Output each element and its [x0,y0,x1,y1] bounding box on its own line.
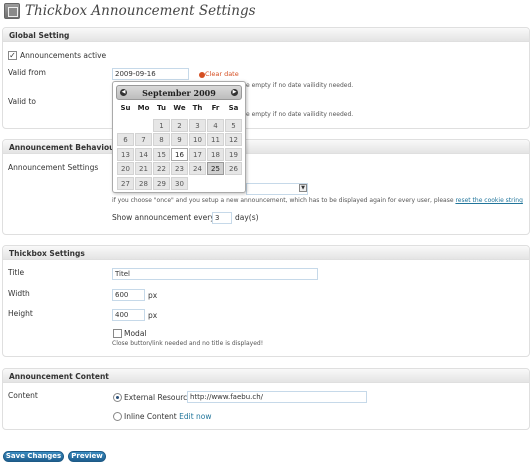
modal-label: Modal [124,329,147,338]
settings-page-icon [4,3,20,19]
valid-to-hint: e empty if no date vailidity needed. [246,111,354,118]
modal-hint: Close button/link needed and no title is… [112,340,264,347]
day-cell[interactable]: 6 [117,133,134,146]
show-every-unit: day(s) [235,213,259,222]
weekday-label: Tu [157,104,166,112]
external-resource-radio[interactable] [113,393,122,402]
day-cell[interactable]: 1 [153,118,170,132]
week-row: 12345 [117,118,243,134]
day-cell[interactable]: 20 [117,162,134,175]
day-cell[interactable]: 30 [171,176,188,190]
external-url-input[interactable]: http://www.faebu.ch/ [187,391,367,403]
chevron-down-icon[interactable]: ▼ [299,184,307,192]
modal-checkbox[interactable] [113,329,122,338]
announcement-settings-label: Announcement Settings [8,163,99,172]
day-cell[interactable]: 5 [225,118,242,132]
day-cell[interactable]: 18 [207,147,224,161]
weekday-label: Th [192,104,203,112]
day-cell[interactable]: 17 [189,147,206,161]
announcements-active-label: Announcements active [20,51,107,60]
clear-date-link[interactable]: Clear date [205,70,239,78]
day-cell[interactable]: 21 [135,162,152,175]
day-cell[interactable]: 19 [225,147,242,161]
edit-now-link[interactable]: Edit now [179,412,211,421]
week-row: 13 14 15 16 17 18 19 [117,147,243,163]
weekday-row: Su Mo Tu We Th Fr Sa [117,104,243,119]
valid-from-input[interactable]: 2009-09-16 [112,68,189,80]
empty-day-cell [189,177,206,190]
valid-from-hint: e empty if no date vailidity needed. [246,82,354,89]
datepicker-popup: ◀ September 2009 ▶ Su Mo Tu We Th Fr Sa 1 2 3 4 5 6 7… [112,81,246,193]
empty-day-cell [117,119,134,132]
weekday-label: Fr [211,104,220,112]
day-cell[interactable]: 7 [135,133,152,146]
day-cell[interactable]: 10 [189,133,206,146]
day-cell[interactable]: 25 [207,162,224,175]
weekday-label: Su [120,104,131,112]
empty-day-cell [207,177,224,190]
empty-day-cell [135,119,152,132]
external-resource-label: External Resource [124,393,192,402]
next-month-icon[interactable]: ▶ [231,89,238,96]
valid-to-label: Valid to [8,97,36,106]
day-cell[interactable]: 23 [171,162,188,175]
day-cell[interactable]: 27 [117,176,134,190]
week-row: 20 21 22 23 24 25 26 [117,162,243,177]
height-input[interactable]: 400 [112,309,145,321]
week-row: 6 7 8 9 10 11 12 [117,133,243,148]
title-input[interactable]: Titel [112,268,318,280]
day-cell[interactable]: 8 [153,133,170,146]
weekday-label: Mo [137,104,150,112]
page-title: Thickbox Announcement Settings [25,3,256,19]
height-unit: px [148,311,158,320]
thickbox-heading: Thickbox Settings [3,246,529,260]
title-label: Title [8,268,25,277]
inline-content-label: Inline Content Edit now [124,412,212,421]
day-cell[interactable]: 26 [225,162,242,175]
reset-cookie-link[interactable]: reset the cookie string [455,197,522,204]
weekday-label: Sa [228,104,239,112]
day-cell[interactable]: 14 [135,147,152,161]
once-hint: if you choose "once" and you setup a new… [112,197,523,204]
weekday-label: We [173,104,186,112]
day-cell[interactable]: 24 [189,162,206,175]
announcements-active-checkbox[interactable]: ✓ [8,51,17,60]
day-cell[interactable]: 13 [117,147,134,161]
day-cell[interactable]: 16 [171,147,188,161]
valid-from-label: Valid from [8,68,46,77]
day-cell[interactable]: 2 [171,118,188,132]
save-changes-button[interactable]: Save Changes [3,451,64,462]
day-cell[interactable]: 11 [207,133,224,146]
content-heading: Announcement Content [3,369,529,383]
behaviour-heading: Announcement Behaviour [3,140,529,154]
day-cell[interactable]: 3 [189,118,206,132]
day-cell[interactable]: 15 [153,147,170,161]
width-label: Width [8,289,30,298]
thickbox-panel: Thickbox Settings [2,245,530,357]
preview-button[interactable]: Preview [68,451,106,462]
show-every-label: Show announcement every [112,213,215,222]
empty-day-cell [225,177,242,190]
width-unit: px [148,291,158,300]
datepicker-header: ◀ September 2009 ▶ [116,85,242,100]
content-label: Content [8,391,38,400]
datepicker-title: September 2009 [142,88,216,98]
day-cell[interactable]: 9 [171,133,188,146]
week-row: 27 28 29 30 [117,176,243,192]
show-every-input[interactable]: 3 [212,212,232,224]
global-setting-heading: Global Setting [3,28,529,42]
day-cell[interactable]: 22 [153,162,170,175]
day-cell[interactable]: 4 [207,118,224,132]
height-label: Height [8,309,33,318]
day-cell[interactable]: 29 [153,176,170,190]
inline-content-radio[interactable] [113,412,122,421]
day-cell[interactable]: 28 [135,176,152,190]
width-input[interactable]: 600 [112,289,145,301]
day-cell[interactable]: 12 [225,133,242,146]
page-header: Thickbox Announcement Settings [0,0,532,26]
datepicker-grid: Su Mo Tu We Th Fr Sa 1 2 3 4 5 6 7 8 9 10 11 12 13 14 15 16 17 1… [117,104,243,191]
